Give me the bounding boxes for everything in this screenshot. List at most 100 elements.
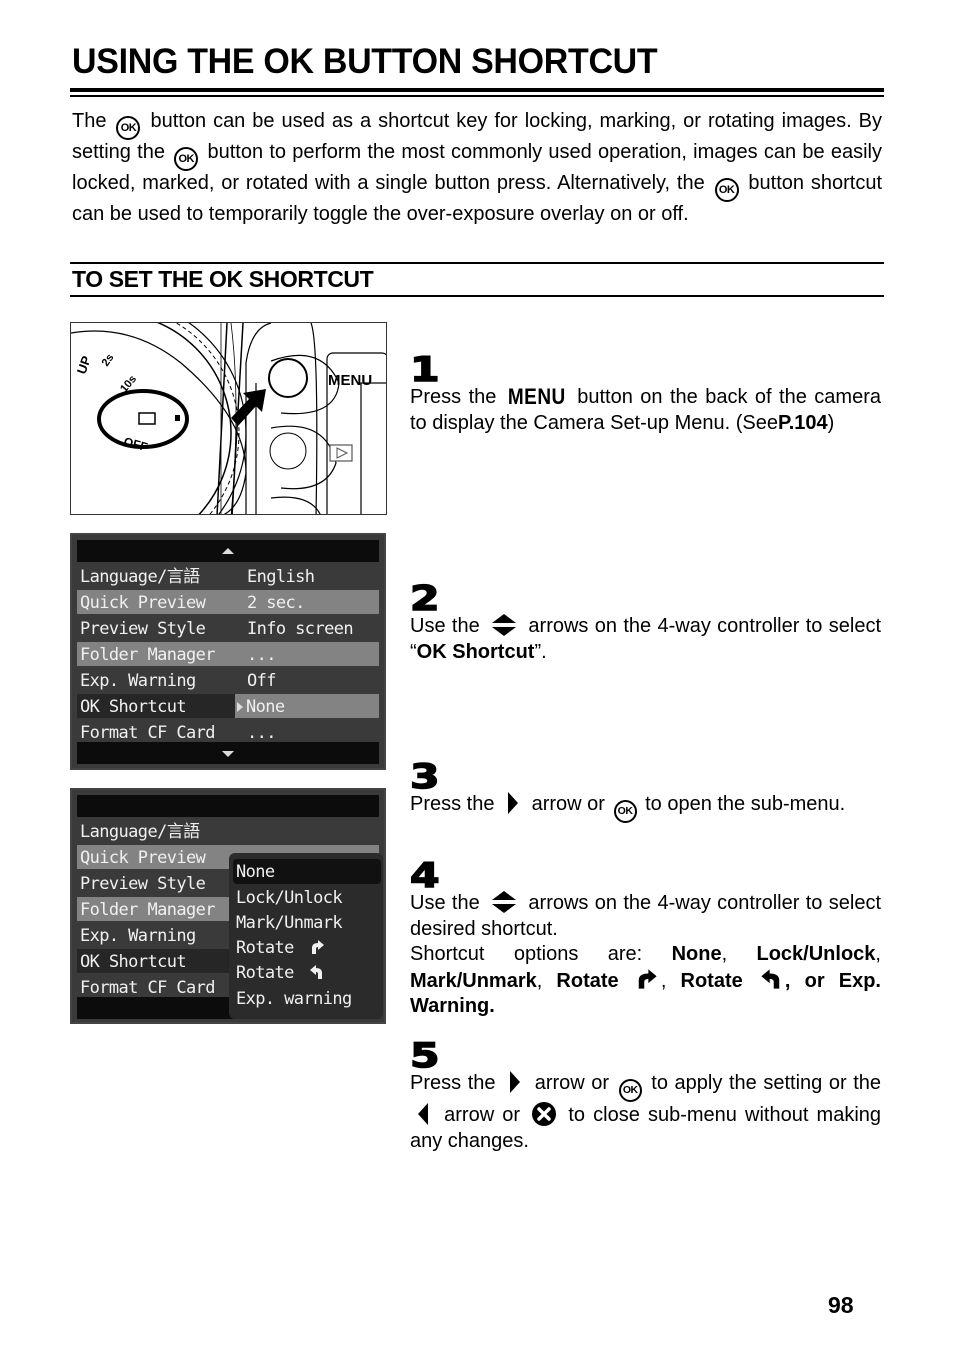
left-arrow-icon [418,1103,428,1125]
rotate-counterclockwise-icon [761,968,780,989]
menu-row-value: ... [247,645,277,665]
lcd-top-bar [77,540,379,562]
submenu-item[interactable]: Exp. warning [233,986,381,1011]
menu-row-label: Folder Manager [80,900,215,920]
menu-label: MENU [328,372,372,389]
up-down-arrows-icon [492,614,517,636]
step-text: to open the sub-menu. [645,793,846,815]
menu-row-value: None [246,697,285,717]
section-title: TO SET THE OK SHORTCUT [72,266,374,292]
lcd-setup-menu-screen: Language/言語 English Quick Preview 2 sec.… [70,533,386,770]
step-text: arrows on the 4-way controller to select… [410,892,882,940]
menu-row-label: Quick Preview [80,848,206,868]
step-number: 4 [409,856,440,896]
submenu-item-label: Rotate [236,963,294,983]
ok-button-icon: OK [618,1079,642,1102]
camera-button [269,432,307,470]
section-rule [70,262,884,264]
page-title: USING THE OK BUTTON SHORTCUT [72,42,658,81]
intro-paragraph: The OK button can be used as a shortcut … [72,109,882,228]
menu-row-label: Exp. Warning [80,671,196,691]
title-rule [70,88,884,92]
intro-text: The [72,110,107,132]
menu-row-value: English [247,567,315,587]
rotate-counterclockwise-icon [310,965,323,979]
step-2: 2 Use the arrows on the 4-way controller… [409,581,881,665]
menu-row-label: OK Shortcut [80,697,187,717]
menu-row-label: Quick Preview [80,593,206,613]
step-text: Shortcut options are: [410,943,643,965]
ok-button-icon: OK [613,800,637,823]
lcd-top-bar [77,795,379,817]
step-text: arrow or [534,1072,610,1094]
step-text: arrow or [531,793,605,815]
menu-row-value: 2 sec. [247,593,305,613]
menu-row[interactable]: Language/言語 English [77,564,379,588]
menu-button [268,358,308,398]
submenu-item-selected[interactable]: None [233,859,381,884]
step-number: 2 [409,579,440,619]
shortcut-submenu: None Lock/Unlock Mark/Unmark Rotate Rota… [229,853,383,1019]
submenu-item-label: Rotate [236,938,294,958]
rotate-clockwise-icon [312,940,325,954]
submenu-item[interactable]: Lock/Unlock [233,885,381,910]
menu-row-label: Folder Manager [80,645,215,665]
submenu-item-label: Exp. warning [236,989,352,1009]
step-text: arrow or [444,1104,521,1126]
menu-row-selected[interactable]: OK Shortcut None [77,694,379,718]
scroll-down-icon [222,751,234,757]
right-arrow-icon [508,792,519,814]
ok-button-icon: OK [174,147,199,171]
option-mark-unmark: Mark/Unmark [410,969,537,992]
menu-row-label: Preview Style [80,874,206,894]
page-reference: P.104 [777,411,828,434]
menu-row-label: Exp. Warning [80,926,196,946]
step-3: 3 Press the arrow or OK to open the sub-… [409,759,881,823]
title-rule [70,95,884,97]
step-number: 3 [409,757,440,797]
step-number: 1 [409,350,440,390]
lcd-bottom-bar [77,742,379,764]
menu-row[interactable]: Language/言語 [77,819,379,843]
option-rotate-cw: Rotate [556,969,619,992]
submenu-item[interactable]: Rotate [233,960,381,985]
menu-row[interactable]: Exp. Warning Off [77,668,379,692]
right-arrow-icon [510,1071,521,1093]
scroll-up-icon [222,548,234,554]
submenu-item-label: None [236,862,275,882]
submenu-item-label: Lock/Unlock [236,888,343,908]
ok-button-icon: OK [116,116,141,140]
step-number: 5 [409,1036,440,1076]
step-text: to apply the setting or the [651,1072,882,1094]
menu-row-value-selected: None [235,694,379,718]
section-rule [70,295,884,297]
ok-button-icon: OK [714,178,739,202]
menu-row-label: OK Shortcut [80,952,187,972]
menu-row-label: Language/言語 [80,822,200,842]
menu-button-icon: MENU [507,385,566,410]
step-1: 1 Press the MENU button on the back of t… [409,352,881,436]
dial-label-2s: 2s [100,352,117,369]
up-down-arrows-icon [492,891,517,913]
option-lock-unlock: Lock/Unlock [756,943,876,965]
menu-row[interactable]: Folder Manager ... [77,642,379,666]
menu-row[interactable]: Quick Preview 2 sec. [77,590,379,614]
dial-label-up: UP [74,354,94,376]
step-4: 4 Use the arrows on the 4-way controller… [409,858,882,1020]
step-text: ”. [534,640,547,663]
menu-row[interactable]: Format CF Card ... [77,720,379,744]
step-text: ) [827,411,835,434]
dial-index-mark [175,415,180,421]
option-rotate-ccw: Rotate [680,969,743,992]
page-number: 98 [828,1292,854,1318]
camera-back-illustration: UP 2s 10s OFF MENU [70,322,387,515]
menu-item-reference: OK Shortcut [416,640,535,663]
submenu-item[interactable]: Rotate [233,935,381,960]
menu-row-value: Info screen [247,619,354,639]
menu-row-label: Language/言語 [80,567,200,587]
menu-row[interactable]: Preview Style Info screen [77,616,379,640]
rotate-clockwise-icon [638,968,657,989]
step-5: 5 Press the arrow or OK to apply the set… [409,1038,882,1154]
dial-single-frame-mark [138,412,156,425]
submenu-item[interactable]: Mark/Unmark [233,910,381,935]
